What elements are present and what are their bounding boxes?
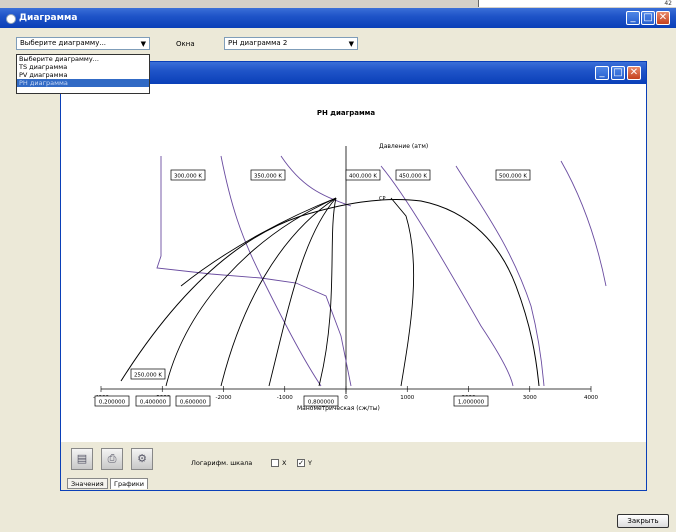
x-tick-label: -2000 — [216, 395, 232, 401]
x-tick-label: 4000 — [584, 395, 598, 401]
isotherm-label: 500,000 K — [499, 174, 527, 180]
dropdown-option[interactable]: Выберите диаграмму... — [17, 55, 149, 63]
x-tick-label: -1000 — [277, 395, 293, 401]
window-title: Диаграмма — [19, 13, 78, 23]
quality-line — [220, 197, 337, 387]
log-scale-label: Логарифм. шкала — [191, 459, 253, 467]
quality-label: 0,800000 — [308, 400, 335, 406]
quality-label: 0,600000 — [180, 400, 207, 406]
diagram-select-value: Выберите диаграмму... — [20, 39, 107, 47]
x-tick-label: 3000 — [523, 395, 537, 401]
saturation-curve — [120, 199, 540, 387]
isotherm-label: 400,000 K — [349, 174, 377, 180]
minimize-button[interactable]: _ — [626, 11, 640, 25]
isotherm-label: 250,000 K — [134, 373, 162, 379]
dropdown-option[interactable]: TS диаграмма — [17, 63, 149, 71]
x-checkbox-label: X — [282, 459, 287, 467]
isotherm-line — [220, 155, 322, 387]
chart-window: _ □ ✕ PH диаграмма Давление (атм) Маноме… — [60, 61, 647, 491]
isotherm-line — [560, 160, 607, 287]
maximize-button[interactable]: □ — [641, 11, 655, 25]
windows-select-value: PH диаграмма 2 — [228, 39, 288, 47]
diagram-select[interactable]: Выберите диаграмму... ▼ — [16, 37, 150, 50]
quality-line — [390, 197, 415, 387]
isotherm-line — [455, 165, 545, 387]
critical-point-label: CP — [379, 196, 386, 202]
close-window-button[interactable]: ✕ — [627, 66, 641, 80]
chart-controls: ▤ ⎙ ⚙ Логарифм. шкала X ✓ Y Значения Гра… — [61, 442, 646, 490]
y-log-checkbox[interactable]: ✓ — [297, 459, 305, 467]
isotherm-label: 350,000 K — [254, 174, 282, 180]
quality-label: 0,200000 — [99, 400, 126, 406]
isotherm-label: 300,000 K — [174, 174, 202, 180]
app-icon — [6, 14, 16, 24]
strip-divider — [478, 0, 479, 7]
title-bar: Диаграмма _ □ ✕ — [0, 8, 676, 28]
chart-title: PH диаграмма — [317, 109, 376, 117]
tab-values[interactable]: Значения — [67, 478, 108, 489]
isotherm-line — [156, 156, 352, 387]
corner-number: 42 — [664, 0, 672, 7]
dropdown-option-selected[interactable]: PH диаграмма — [17, 79, 149, 87]
ph-chart: PH диаграмма Давление (атм) Манометричес… — [93, 109, 607, 412]
isotherm-label: 450,000 K — [399, 174, 427, 180]
x-log-checkbox[interactable] — [271, 459, 279, 467]
y-checkbox-label: Y — [308, 459, 312, 467]
close-button[interactable]: Закрыть — [617, 514, 669, 528]
windows-label: Окна — [176, 40, 195, 48]
isotherm-line — [380, 165, 514, 387]
isotherm-line — [280, 155, 352, 207]
close-window-button[interactable]: ✕ — [656, 11, 670, 25]
quality-line — [165, 197, 337, 387]
chevron-down-icon[interactable]: ▼ — [349, 39, 354, 50]
maximize-button[interactable]: □ — [611, 66, 625, 80]
x-tick-label: 0 — [344, 395, 348, 401]
chevron-down-icon[interactable]: ▼ — [141, 39, 146, 50]
x-tick-label: 1000 — [400, 395, 414, 401]
tab-charts[interactable]: Графики — [110, 478, 149, 489]
print-icon[interactable]: ⎙ — [101, 448, 123, 470]
quality-line — [318, 197, 337, 387]
y-axis-label: Давление (атм) — [379, 143, 428, 150]
quality-label: 1,000000 — [458, 400, 485, 406]
quality-label: 0,400000 — [140, 400, 167, 406]
diagram-dropdown-list[interactable]: Выберите диаграмму... TS диаграмма PV ди… — [16, 54, 150, 94]
dropdown-option[interactable]: PV диаграмма — [17, 71, 149, 79]
settings-icon[interactable]: ⚙ — [131, 448, 153, 470]
document-icon[interactable]: ▤ — [71, 448, 93, 470]
top-strip — [478, 0, 676, 7]
minimize-button[interactable]: _ — [595, 66, 609, 80]
windows-select[interactable]: PH диаграмма 2 ▼ — [224, 37, 358, 50]
